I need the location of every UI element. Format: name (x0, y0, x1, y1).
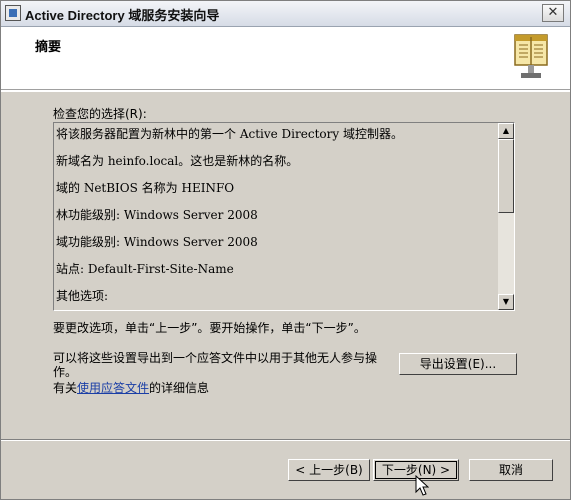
help-text: 有关使用应答文件的详细信息 (53, 379, 209, 396)
change-hint: 要更改选项，单击“上一步”。要开始操作，单击“下一步”。 (53, 321, 366, 335)
window-icon (5, 5, 21, 21)
review-label: 检查您的选择(R): (53, 107, 147, 121)
scroll-down-arrow[interactable]: ▼ (498, 294, 514, 310)
review-line: 新域名为 heinfo.local。这也是新林的名称。 (56, 154, 299, 168)
review-line: 林功能级别: Windows Server 2008 (56, 208, 258, 222)
scroll-up-arrow[interactable]: ▲ (498, 123, 514, 139)
wizard-window: Active Directory 域服务安装向导 ✕ 摘要 检查您的选择(R):… (0, 0, 571, 500)
wizard-header: 摘要 (1, 27, 570, 92)
review-line: 其他选项: (56, 289, 109, 303)
back-button[interactable]: < 上一步(B) (288, 459, 370, 481)
review-listbox[interactable]: 将该服务器配置为新林中的第一个 Active Directory 域控制器。 新… (53, 122, 515, 311)
review-line: 域功能级别: Windows Server 2008 (56, 235, 258, 249)
window-title: Active Directory 域服务安装向导 (25, 8, 220, 23)
mouse-pointer-icon (415, 475, 429, 496)
review-content: 将该服务器配置为新林中的第一个 Active Directory 域控制器。 新… (54, 123, 498, 310)
export-settings-button[interactable]: 导出设置(E)... (399, 353, 517, 375)
export-description: 可以将这些设置导出到一个应答文件中以用于其他无人参与操作。 (53, 351, 378, 379)
footer-separator (1, 439, 570, 441)
scroll-thumb[interactable] (498, 139, 514, 213)
review-line: 将该服务器配置为新林中的第一个 Active Directory 域控制器。 (56, 127, 403, 141)
answer-file-link[interactable]: 使用应答文件 (77, 381, 149, 395)
vertical-scrollbar[interactable]: ▲ ▼ (498, 123, 514, 310)
review-line: 站点: Default-First-Site-Name (56, 262, 234, 276)
review-line: 域的 NetBIOS 名称为 HEINFO (56, 181, 235, 195)
help-suffix: 的详细信息 (149, 381, 210, 395)
title-bar: Active Directory 域服务安装向导 ✕ (1, 1, 570, 27)
book-icon (514, 34, 548, 78)
page-title: 摘要 (35, 40, 62, 55)
help-prefix: 有关 (53, 381, 78, 395)
cancel-button[interactable]: 取消 (469, 459, 553, 481)
close-button[interactable]: ✕ (542, 4, 564, 22)
